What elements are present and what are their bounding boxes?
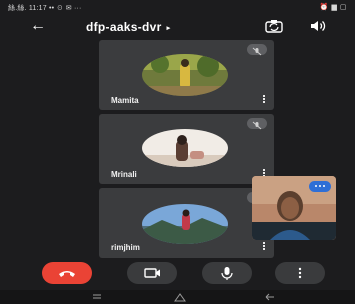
recent-apps-icon[interactable] xyxy=(90,292,104,302)
home-icon[interactable] xyxy=(172,292,188,302)
caret-right-icon: ▸ xyxy=(166,25,171,32)
more-options-button[interactable] xyxy=(275,262,325,284)
phone-hangup-icon xyxy=(59,271,75,277)
microphone-button[interactable] xyxy=(202,262,252,284)
self-view[interactable] xyxy=(252,176,336,240)
status-bar-right: ⏰ ▆ ▢ xyxy=(319,4,347,11)
speaker-icon[interactable] xyxy=(310,20,328,32)
video-camera-icon xyxy=(144,268,160,278)
participant-tile[interactable]: rimjhim xyxy=(99,188,274,258)
avatar xyxy=(142,54,228,96)
more-dots-icon[interactable] xyxy=(309,181,331,192)
switch-camera-icon[interactable] xyxy=(265,19,283,33)
meeting-code: dfp-aaks-dvr xyxy=(86,20,162,34)
end-call-button[interactable] xyxy=(42,262,92,284)
participant-tile[interactable]: Mamita xyxy=(99,40,274,110)
mic-off-icon xyxy=(247,44,267,56)
participant-name: Mrinali xyxy=(111,170,137,179)
more-vert-icon[interactable] xyxy=(263,242,266,251)
camera-button[interactable] xyxy=(127,262,177,284)
meeting-code-button[interactable]: dfp-aaks-dvr ▸ xyxy=(86,20,170,34)
avatar xyxy=(142,129,228,167)
status-bar: 絲.絲. 11:17 •• ☉ ✉ ··· ⏰ ▆ ▢ xyxy=(0,0,355,14)
more-vert-icon xyxy=(298,267,302,279)
mic-off-icon xyxy=(247,118,267,130)
status-bar-left: 絲.絲. 11:17 •• ☉ ✉ ··· xyxy=(8,5,82,12)
participant-name: rimjhim xyxy=(111,243,140,252)
call-header: ← dfp-aaks-dvr ▸ xyxy=(0,14,355,40)
avatar xyxy=(142,204,228,244)
arrow-left-icon[interactable]: ← xyxy=(30,18,46,34)
microphone-icon xyxy=(221,267,233,280)
participant-tile[interactable]: Mrinali xyxy=(99,114,274,184)
call-controls xyxy=(0,262,355,286)
back-nav-icon[interactable] xyxy=(262,292,278,302)
system-nav-bar xyxy=(0,290,355,304)
participant-name: Mamita xyxy=(111,96,139,105)
more-vert-icon[interactable] xyxy=(263,95,266,104)
